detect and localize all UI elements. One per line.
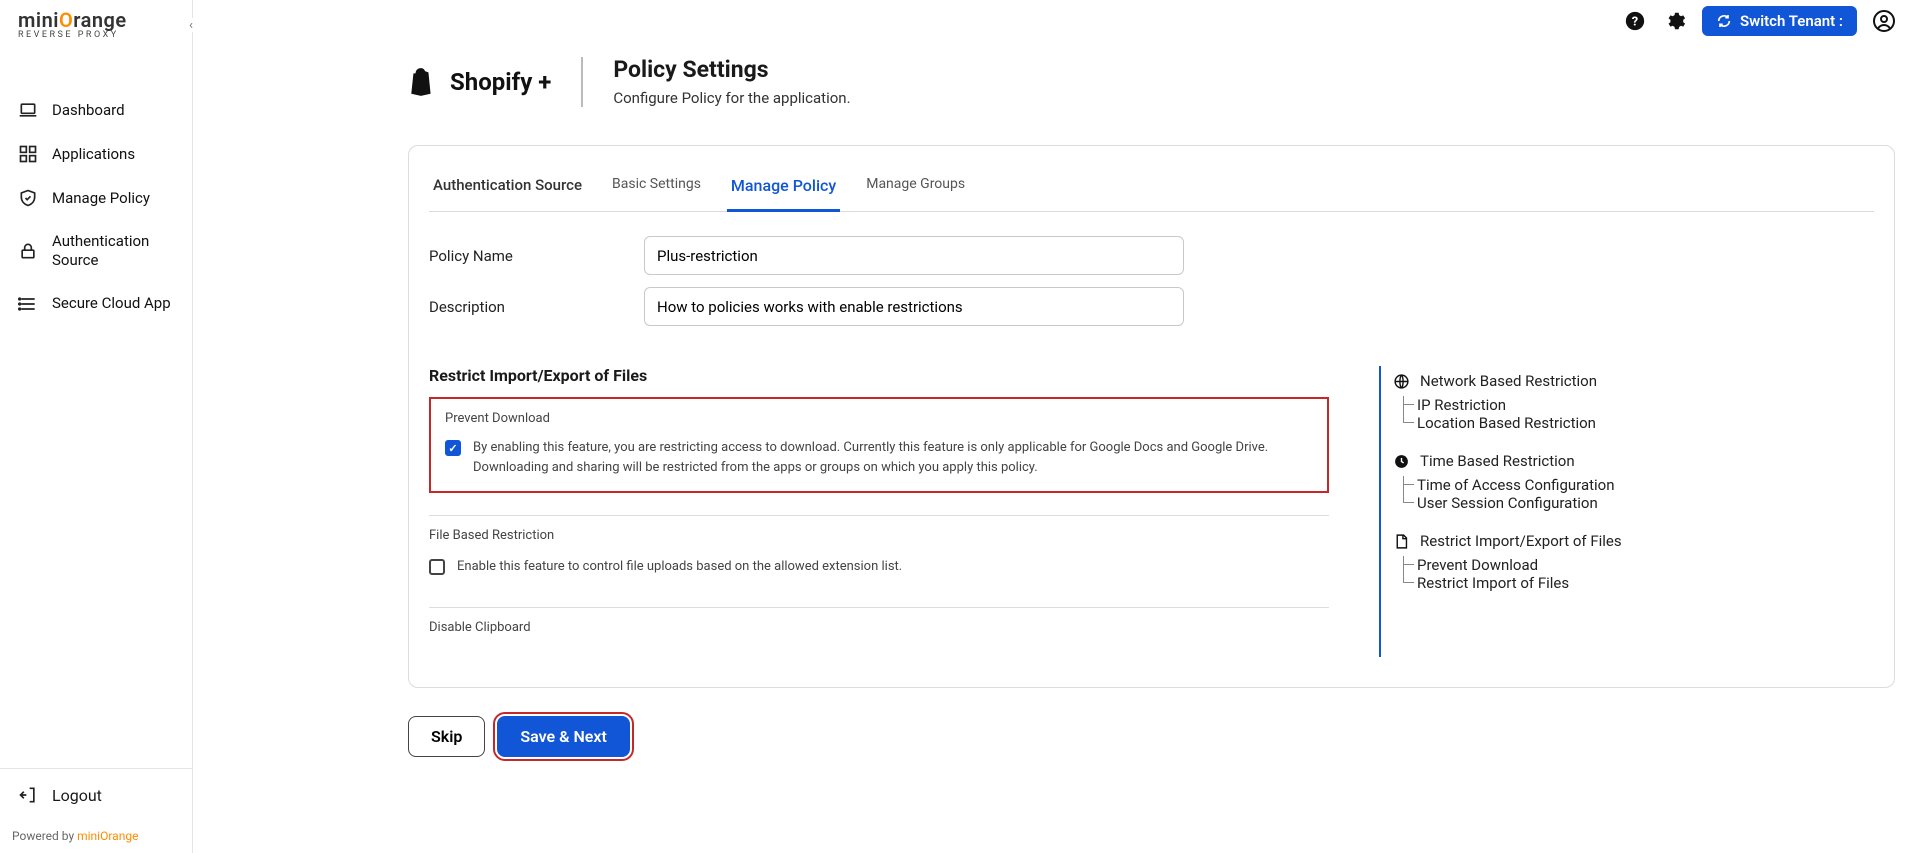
nav-ip[interactable]: IP Restriction	[1393, 396, 1719, 414]
description-label: Description	[429, 298, 644, 316]
laptop-icon	[18, 100, 38, 120]
clock-icon	[1393, 453, 1410, 470]
nav-session[interactable]: User Session Configuration	[1393, 494, 1719, 512]
prevent-download-text: By enabling this feature, you are restri…	[473, 438, 1313, 477]
main-content: ? Switch Tenant : Shopify + Policy Setti…	[193, 0, 1919, 853]
globe-icon	[1393, 373, 1410, 390]
prevent-download-box: Prevent Download By enabling this featur…	[429, 397, 1329, 493]
logo: miniOrange REVERSE PROXY ‹	[0, 0, 192, 58]
sidebar-item-manage-policy[interactable]: Manage Policy	[0, 176, 192, 220]
nav-time-access[interactable]: Time of Access Configuration	[1393, 476, 1719, 494]
nav-location[interactable]: Location Based Restriction	[1393, 414, 1719, 432]
gear-icon	[1664, 10, 1686, 32]
switch-tenant-button[interactable]: Switch Tenant :	[1702, 6, 1857, 36]
policy-name-row: Policy Name	[429, 212, 1874, 275]
app-badge: Shopify +	[408, 67, 551, 97]
sidebar-item-applications[interactable]: Applications	[0, 132, 192, 176]
file-restriction-head: File Based Restriction	[429, 528, 1329, 543]
nav-network[interactable]: Network Based Restriction	[1393, 366, 1719, 396]
save-next-button[interactable]: Save & Next	[497, 716, 630, 757]
sidebar-item-label: Manage Policy	[52, 189, 150, 208]
topbar: ? Switch Tenant :	[1622, 6, 1897, 36]
switch-tenant-label: Switch Tenant :	[1740, 12, 1843, 30]
sidebar-item-label: Authentication Source	[52, 232, 174, 270]
account-button[interactable]	[1871, 8, 1897, 34]
file-restriction-text: Enable this feature to control file uplo…	[457, 557, 902, 577]
user-circle-icon	[1872, 9, 1896, 33]
nav-prevent[interactable]: Prevent Download	[1393, 556, 1719, 574]
sidebar-item-label: Secure Cloud App	[52, 294, 171, 313]
tab-basic-settings[interactable]: Basic Settings	[608, 166, 705, 211]
sidebar: miniOrange REVERSE PROXY ‹ Dashboard App…	[0, 0, 193, 853]
apps-icon	[18, 144, 38, 164]
button-row: Skip Save & Next	[193, 698, 1919, 757]
skip-button[interactable]: Skip	[408, 716, 485, 757]
list-icon	[18, 294, 38, 314]
sidebar-item-secure-cloud[interactable]: Secure Cloud App	[0, 282, 192, 326]
page-subtitle: Configure Policy for the application.	[613, 89, 850, 107]
help-icon: ?	[1624, 10, 1646, 32]
sidebar-item-auth-source[interactable]: Authentication Source	[0, 220, 192, 282]
policy-name-label: Policy Name	[429, 247, 644, 265]
sidebar-item-label: Applications	[52, 145, 135, 164]
logout-button[interactable]: Logout	[18, 785, 174, 805]
page-title: Policy Settings	[613, 56, 850, 83]
prevent-download-checkbox[interactable]	[445, 440, 461, 456]
restrict-section-title: Restrict Import/Export of Files	[429, 366, 1329, 385]
shield-icon	[18, 188, 38, 208]
sidebar-nav: Dashboard Applications Manage Policy Aut…	[0, 58, 192, 768]
shopify-icon	[408, 67, 436, 97]
policy-name-input[interactable]	[644, 236, 1184, 275]
tab-manage-groups[interactable]: Manage Groups	[862, 166, 969, 211]
tabs: Authentication Source Basic Settings Man…	[429, 146, 1874, 212]
nav-time[interactable]: Time Based Restriction	[1393, 446, 1719, 476]
sidebar-item-label: Dashboard	[52, 101, 125, 120]
sidebar-item-dashboard[interactable]: Dashboard	[0, 88, 192, 132]
header-divider	[581, 57, 583, 107]
file-icon	[1393, 533, 1410, 550]
clipboard-head: Disable Clipboard	[429, 620, 1329, 635]
refresh-icon	[1716, 13, 1732, 29]
file-restriction-box: File Based Restriction Enable this featu…	[429, 515, 1329, 577]
powered-by: Powered by miniOrange	[0, 821, 192, 853]
settings-button[interactable]	[1662, 8, 1688, 34]
clipboard-box: Disable Clipboard	[429, 607, 1329, 635]
app-name: Shopify +	[450, 68, 551, 96]
description-row: Description	[429, 275, 1874, 326]
nav-import-files[interactable]: Restrict Import of Files	[1393, 574, 1719, 592]
logout-label: Logout	[52, 786, 102, 805]
prevent-download-head: Prevent Download	[445, 411, 1313, 426]
tab-manage-policy[interactable]: Manage Policy	[727, 166, 840, 212]
lock-icon	[18, 241, 38, 261]
svg-text:?: ?	[1632, 15, 1638, 30]
miniorange-link[interactable]: miniOrange	[77, 829, 138, 843]
description-input[interactable]	[644, 287, 1184, 326]
help-button[interactable]: ?	[1622, 8, 1648, 34]
tab-auth-source[interactable]: Authentication Source	[429, 166, 586, 211]
section-nav: Network Based Restriction IP Restriction…	[1379, 366, 1719, 657]
file-restriction-checkbox[interactable]	[429, 559, 445, 575]
settings-card: Authentication Source Basic Settings Man…	[408, 145, 1895, 688]
nav-restrict[interactable]: Restrict Import/Export of Files	[1393, 526, 1719, 556]
logout-icon	[18, 785, 38, 805]
